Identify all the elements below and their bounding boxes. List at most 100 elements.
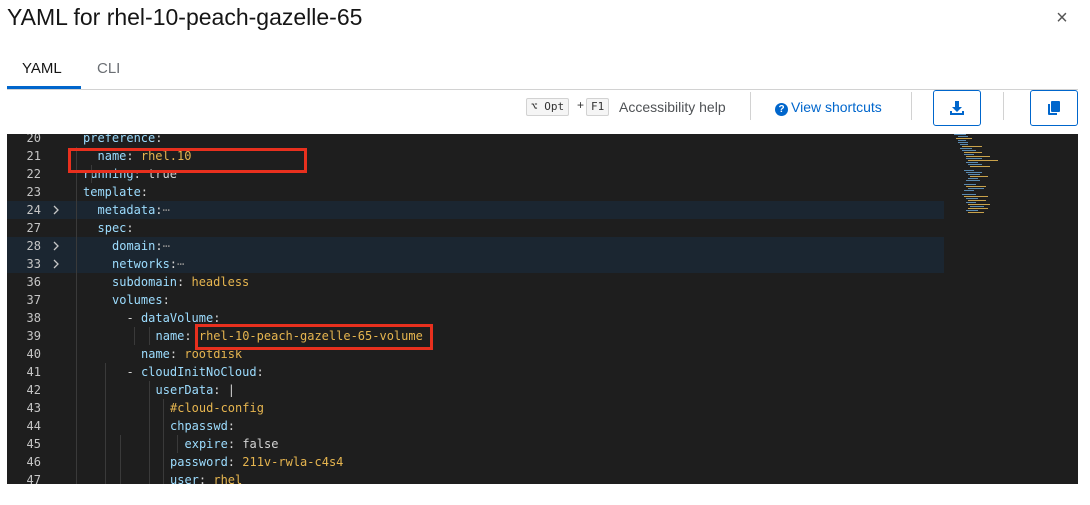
code-line: 41 - cloudInitNoCloud: [7, 363, 944, 381]
code-line: 36 subdomain: headless [7, 273, 944, 291]
minimap-line [958, 142, 968, 143]
yaml-key: cloudInitNoCloud [140, 365, 257, 379]
indent-guide [134, 327, 135, 345]
code-line: 40 name: rootdisk [7, 345, 944, 363]
yaml-separator: : [177, 275, 192, 289]
minimap-line [962, 146, 982, 147]
yaml-key: userData [155, 383, 214, 397]
minimap-line [968, 178, 978, 179]
tab-bar: YAML CLI [7, 50, 1078, 90]
yaml-key: password [170, 455, 228, 469]
yaml-key: volumes [112, 293, 163, 307]
minimap-line [964, 152, 982, 153]
yaml-separator: : [169, 257, 178, 271]
highlight-box-preference-name [68, 148, 307, 173]
code-line: 46 password: 211v-rwla-c4s4 [7, 453, 944, 471]
download-icon [950, 101, 964, 115]
copy-icon [1048, 101, 1060, 115]
minimap-line [964, 154, 974, 155]
yaml-value[interactable]: ⋯ [177, 257, 184, 271]
editor-minimap[interactable] [944, 134, 1078, 484]
line-number: 42 [26, 383, 41, 397]
yaml-key: dataVolume [140, 311, 214, 325]
accessibility-help-text: Accessibility help [619, 99, 726, 115]
minimap-line [962, 150, 976, 151]
line-number: 37 [26, 293, 41, 307]
minimap-line [968, 200, 986, 201]
indent-guide [149, 381, 150, 484]
kbd-opt: ⌥ Opt [526, 98, 570, 116]
line-number: 27 [26, 221, 41, 235]
yaml-key: preference [83, 134, 156, 145]
minimap-line [966, 162, 978, 163]
code-text: spec: [98, 219, 134, 237]
yaml-separator: : [126, 221, 134, 235]
list-dash: - [126, 365, 141, 379]
modal-title: YAML for rhel-10-peach-gazelle-65 [7, 4, 363, 30]
highlight-box-volume-name [195, 324, 433, 350]
minimap-line [968, 164, 982, 165]
indent-guide [177, 435, 178, 453]
line-number: 33 [26, 257, 41, 271]
minimap-line [966, 172, 982, 173]
code-line: 27 spec: [7, 219, 944, 237]
download-button[interactable] [933, 90, 981, 126]
minimap-line [956, 138, 972, 139]
yaml-value[interactable]: ⋯ [163, 239, 170, 253]
yaml-separator: : [227, 455, 243, 469]
close-icon[interactable]: × [1054, 8, 1070, 28]
minimap-line [968, 208, 988, 209]
toolbar-divider [911, 92, 912, 120]
minimap-line [968, 174, 980, 175]
yaml-key: expire [184, 437, 228, 451]
code-line: 20 preference: [7, 134, 944, 147]
chevron-right-icon[interactable] [51, 241, 61, 251]
indent-guide [163, 399, 164, 484]
code-text: metadata:⋯ [98, 201, 170, 219]
line-number: 23 [26, 185, 41, 199]
toolbar-divider [1003, 92, 1004, 120]
code-text: password: 211v-rwla-c4s4 [170, 453, 343, 471]
line-number: 47 [26, 473, 41, 484]
yaml-editor[interactable]: 20 preference: 21 name: rhel.10 22 running: t… [7, 134, 1078, 484]
chevron-right-icon[interactable] [51, 259, 61, 269]
indent-guide [120, 435, 121, 484]
yaml-separator: : [227, 419, 236, 433]
copy-button[interactable] [1030, 90, 1078, 126]
minimap-line [958, 136, 968, 137]
line-number: 36 [26, 275, 41, 289]
chevron-right-icon[interactable] [51, 205, 61, 215]
minimap-line [966, 186, 986, 187]
code-line: 33 networks:⋯ [7, 255, 944, 273]
yaml-value: | [227, 383, 235, 397]
indent-guide [76, 147, 77, 484]
code-text: networks:⋯ [112, 255, 184, 273]
line-number: 38 [26, 311, 41, 325]
code-line: 47 user: rhel [7, 471, 944, 484]
minimap-line [966, 202, 976, 203]
minimap-line [964, 170, 974, 171]
minimap-line [964, 190, 974, 191]
line-number: 44 [26, 419, 41, 433]
line-number: 39 [26, 329, 41, 343]
minimap-line [966, 156, 990, 157]
tab-cli[interactable]: CLI [97, 60, 120, 77]
line-number: 21 [26, 149, 41, 163]
tab-yaml[interactable]: YAML [22, 60, 62, 77]
yaml-key: chpasswd [170, 419, 228, 433]
yaml-key: name [141, 347, 170, 361]
minimap-line [958, 140, 966, 141]
minimap-line [968, 204, 990, 205]
yaml-value[interactable]: ⋯ [163, 203, 170, 217]
code-line: 39 name: rhel-10-peach-gazelle-65-volume [7, 327, 944, 345]
list-dash: - [126, 311, 141, 325]
minimap-line [966, 210, 978, 211]
line-number: 41 [26, 365, 41, 379]
yaml-separator: : [169, 347, 185, 361]
yaml-separator: : [140, 185, 149, 199]
yaml-separator: : [256, 365, 264, 379]
line-number: 20 [26, 134, 41, 145]
view-shortcuts-link[interactable]: ? View shortcuts [775, 99, 882, 116]
code-text: - cloudInitNoCloud: [127, 363, 264, 381]
line-number: 46 [26, 455, 41, 469]
